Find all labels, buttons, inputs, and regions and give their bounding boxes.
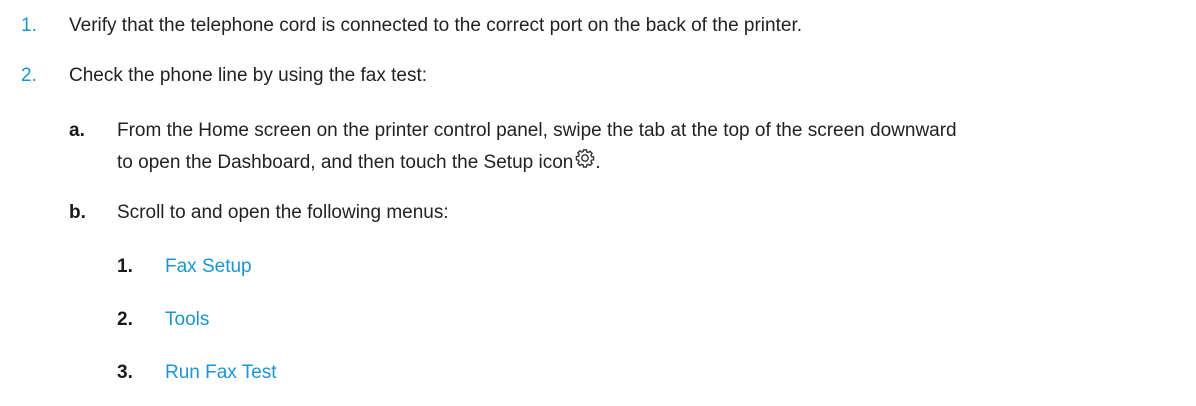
step-number: 2. — [21, 65, 37, 86]
substep-text-line1: From the Home screen on the printer cont… — [117, 120, 957, 141]
menu-number: 1. — [117, 256, 133, 277]
menu-link-run-fax-test[interactable]: Run Fax Test — [165, 362, 277, 384]
menu-item-tools: 2. Tools — [117, 309, 209, 331]
substep-b: b. Scroll to and open the following menu… — [69, 202, 449, 224]
menu-item-fax-setup: 1. Fax Setup — [117, 256, 252, 278]
substep-text-line2: to open the Dashboard, and then touch th… — [117, 152, 574, 173]
step-text: Check the phone line by using the fax te… — [69, 65, 428, 86]
substep-letter: a. — [69, 120, 85, 141]
menu-link-fax-setup[interactable]: Fax Setup — [165, 256, 252, 278]
menu-number: 2. — [117, 309, 133, 330]
gear-icon — [575, 148, 595, 173]
substep-a: a. From the Home screen on the printer c… — [69, 120, 957, 142]
menu-item-run-fax-test: 3. Run Fax Test — [117, 362, 277, 384]
step-2: 2. Check the phone line by using the fax… — [21, 65, 427, 87]
substep-period: . — [595, 152, 601, 173]
step-text: Verify that the telephone cord is connec… — [69, 15, 803, 36]
menu-link-tools[interactable]: Tools — [165, 309, 209, 331]
substep-letter: b. — [69, 202, 86, 223]
document-page: 1. Verify that the telephone cord is con… — [0, 0, 1196, 406]
substep-text: Scroll to and open the following menus: — [117, 202, 449, 223]
step-1: 1. Verify that the telephone cord is con… — [21, 15, 802, 37]
step-number: 1. — [21, 15, 37, 36]
substep-a-continued: to open the Dashboard, and then touch th… — [117, 148, 601, 174]
menu-number: 3. — [117, 362, 133, 383]
